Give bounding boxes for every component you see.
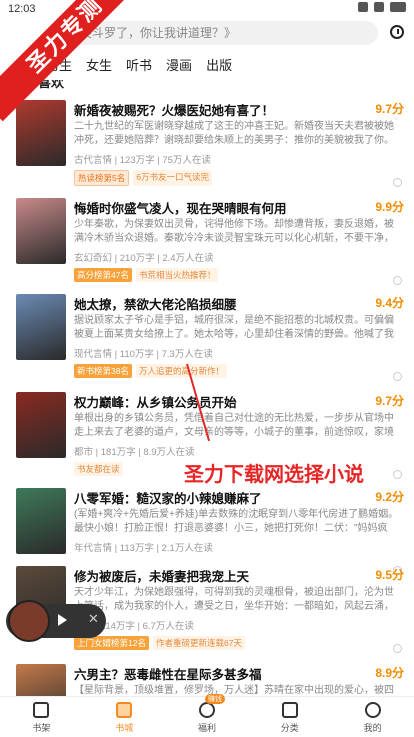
book-meta: 都市 | 181万字 | 8.9万人在读 <box>74 447 195 458</box>
book-meta: 玄幻奇幻 | 210万字 | 2.4万人在读 <box>74 253 214 264</box>
book-description: 据说顾家太子爷心是手铝，城府很深，是绝不能招惹的北城权贵。可偏偏被夏上面某贵女给… <box>74 315 394 340</box>
book-title[interactable]: 悔婚时你盛气凌人，现在哭晴眼有何用 <box>74 198 364 217</box>
book-tag: 万人追更的高分新作！ <box>135 364 227 378</box>
book-meta: 古代言情 | 123万字 | 75万人在读 <box>74 155 211 166</box>
bottom-nav: 书架 书城 赚钱 福利 分类 我的 <box>0 694 414 737</box>
book-tag: 6万书友一口气读完 <box>133 170 212 186</box>
status-time: 12:03 <box>8 3 36 15</box>
grid-icon <box>281 702 298 718</box>
book-tags: 上门女婿榜第12名 作者重磅更新连载67天 <box>74 636 245 650</box>
tab-audiobook[interactable]: 听书 <box>126 55 152 74</box>
nav-item-gift[interactable]: 赚钱福利 <box>166 694 249 737</box>
book-score: 9.7分 <box>375 102 404 116</box>
book-score: 9.7分 <box>375 394 404 408</box>
book-tag: 上门女婿榜第12名 <box>74 636 149 650</box>
book-description: (军婚+爽冷+先婚后爱+养娃)单去数殊的沈眠穿到八零年代房进了鹏婚姻。最快小娘！… <box>74 509 399 534</box>
play-icon[interactable] <box>58 614 67 626</box>
book-score: 8.9分 <box>375 666 404 680</box>
book-tag: 书友都在读 <box>74 462 123 476</box>
book-item[interactable]: 悔婚时你盛气凌人，现在哭晴眼有何用 9.9分少年秦歌，为保妻奴出灵骨，诧得他修下场… <box>0 198 414 296</box>
nav-item-bookshelf[interactable]: 书架 <box>0 697 83 737</box>
nav-badge: 赚钱 <box>204 694 225 704</box>
player-cover-art <box>8 600 50 642</box>
book-tags: 高分榜第47名 书荒相当火热推荐！ <box>74 268 219 282</box>
book-tags: 书友都在读 <box>74 462 123 476</box>
book-description: 二十九世纪的军医谢晓穿越成了这王的冲喜王妃。新婚夜当天夫君被被她冲死，还要她陪葬… <box>74 121 394 146</box>
book-item[interactable]: 她太撩，禁欲大佬沦陷损细腰 9.4分据说顾家太子爷心是手铝，城府很深，是绝不能招惹… <box>0 294 414 392</box>
nav-label: 我的 <box>363 723 382 733</box>
more-options-icon[interactable] <box>393 276 402 285</box>
book-score: 9.2分 <box>375 490 404 504</box>
book-tag: 高分榜第47名 <box>74 268 132 282</box>
nav-label: 书架 <box>32 723 51 733</box>
book-description: 天才少年江，为保她跟强得，可得到我的灵魂根骨，被迫出部门，沦为世上笑话，成为我家… <box>74 587 394 612</box>
book-description: 【星际背景，顶级堆置，修罗场，万人迷】苏晴在家中出现的爱心，被四周的星际兽... <box>74 685 394 696</box>
book-meta: 现代言情 | 110万字 | 7.3万人在读 <box>74 349 213 360</box>
tab-female[interactable]: 女生 <box>86 55 112 74</box>
more-options-icon[interactable] <box>393 178 402 187</box>
book-title[interactable]: 修为被废后，未婚妻把我宠上天 <box>74 566 364 585</box>
book-title[interactable]: 权力巅峰：从乡镇公务员开始 <box>74 392 364 411</box>
book-cover[interactable] <box>16 198 66 264</box>
book-title[interactable]: 她太撩，禁欲大佬沦陷损细腰 <box>74 294 364 313</box>
mini-player[interactable]: ✕ <box>6 600 106 642</box>
book-score: 9.9分 <box>375 200 404 214</box>
more-options-icon[interactable] <box>393 644 402 653</box>
nav-label: 书城 <box>115 723 134 733</box>
book-cover[interactable] <box>16 100 66 166</box>
close-icon[interactable]: ✕ <box>88 611 99 627</box>
nav-item-user[interactable]: 我的 <box>331 697 414 737</box>
gift-icon <box>198 702 215 718</box>
book-item[interactable]: 新婚夜被赐死？火爆医妃她有喜了！ 9.7分二十九世纪的军医谢晓穿越成了这王的冲喜王… <box>0 100 414 198</box>
book-cover[interactable] <box>16 392 66 458</box>
book-tags: 新书榜第38名 万人追更的高分新作！ <box>74 364 227 378</box>
status-icons <box>358 2 406 12</box>
book-tag: 热读榜第5名 <box>74 170 130 186</box>
history-clock-icon[interactable] <box>390 25 404 39</box>
book-description: 少年秦歌，为保妻奴出灵骨，诧得他修下场。却惨遭背叛，妻反退婚，被满冷木骄当众退婚… <box>74 219 394 244</box>
book-title[interactable]: 新婚夜被赐死？火爆医妃她有喜了！ <box>74 100 364 119</box>
book-item[interactable]: 六男主？恶毒雌性在星际多甚多福 8.9分【星际背景，顶级堆置，修罗场，万人迷】苏晴… <box>0 664 414 696</box>
book-cover[interactable] <box>16 294 66 360</box>
book-tags: 热读榜第5名 6万书友一口气读完 <box>74 170 212 186</box>
book-score: 9.5分 <box>375 568 404 582</box>
bookshelf-icon <box>33 702 50 718</box>
annotation-text: 圣力下载网选择小说 <box>184 464 364 486</box>
more-options-icon[interactable] <box>393 470 402 479</box>
book-meta: 年代言情 | 113万字 | 2.1万人在读 <box>74 543 213 554</box>
search-input[interactable]: 笑斗罗了，你让我讲道理？》 <box>70 21 378 45</box>
nav-item-grid[interactable]: 分类 <box>248 697 331 737</box>
more-options-icon[interactable] <box>393 372 402 381</box>
book-tag: 作者重磅更新连载67天 <box>152 636 245 650</box>
book-title[interactable]: 八零军婚：糙汉家的小辣媳赚麻了 <box>74 488 364 507</box>
nav-label: 福利 <box>197 723 216 733</box>
nav-label: 分类 <box>280 723 299 733</box>
tab-comics[interactable]: 漫画 <box>166 55 192 74</box>
user-icon <box>364 702 381 718</box>
book-description: 单根出身的乡镇公务员，凭借着自己对仕途的无比热爱，一步步从官场中走上来去了老婆的… <box>74 413 394 438</box>
home-icon <box>116 702 133 718</box>
book-cover[interactable] <box>16 664 66 696</box>
battery-icon <box>390 2 406 12</box>
tab-publishing[interactable]: 出版 <box>206 55 232 74</box>
book-tag: 书荒相当火热推荐！ <box>135 268 219 282</box>
vibrate-icon <box>358 2 368 12</box>
book-title[interactable]: 六男主？恶毒雌性在星际多甚多福 <box>74 664 364 683</box>
nav-item-home[interactable]: 书城 <box>83 697 166 737</box>
book-cover[interactable] <box>16 488 66 554</box>
wifi-icon <box>374 2 384 12</box>
book-tag: 新书榜第38名 <box>74 364 132 378</box>
book-score: 9.4分 <box>375 296 404 310</box>
